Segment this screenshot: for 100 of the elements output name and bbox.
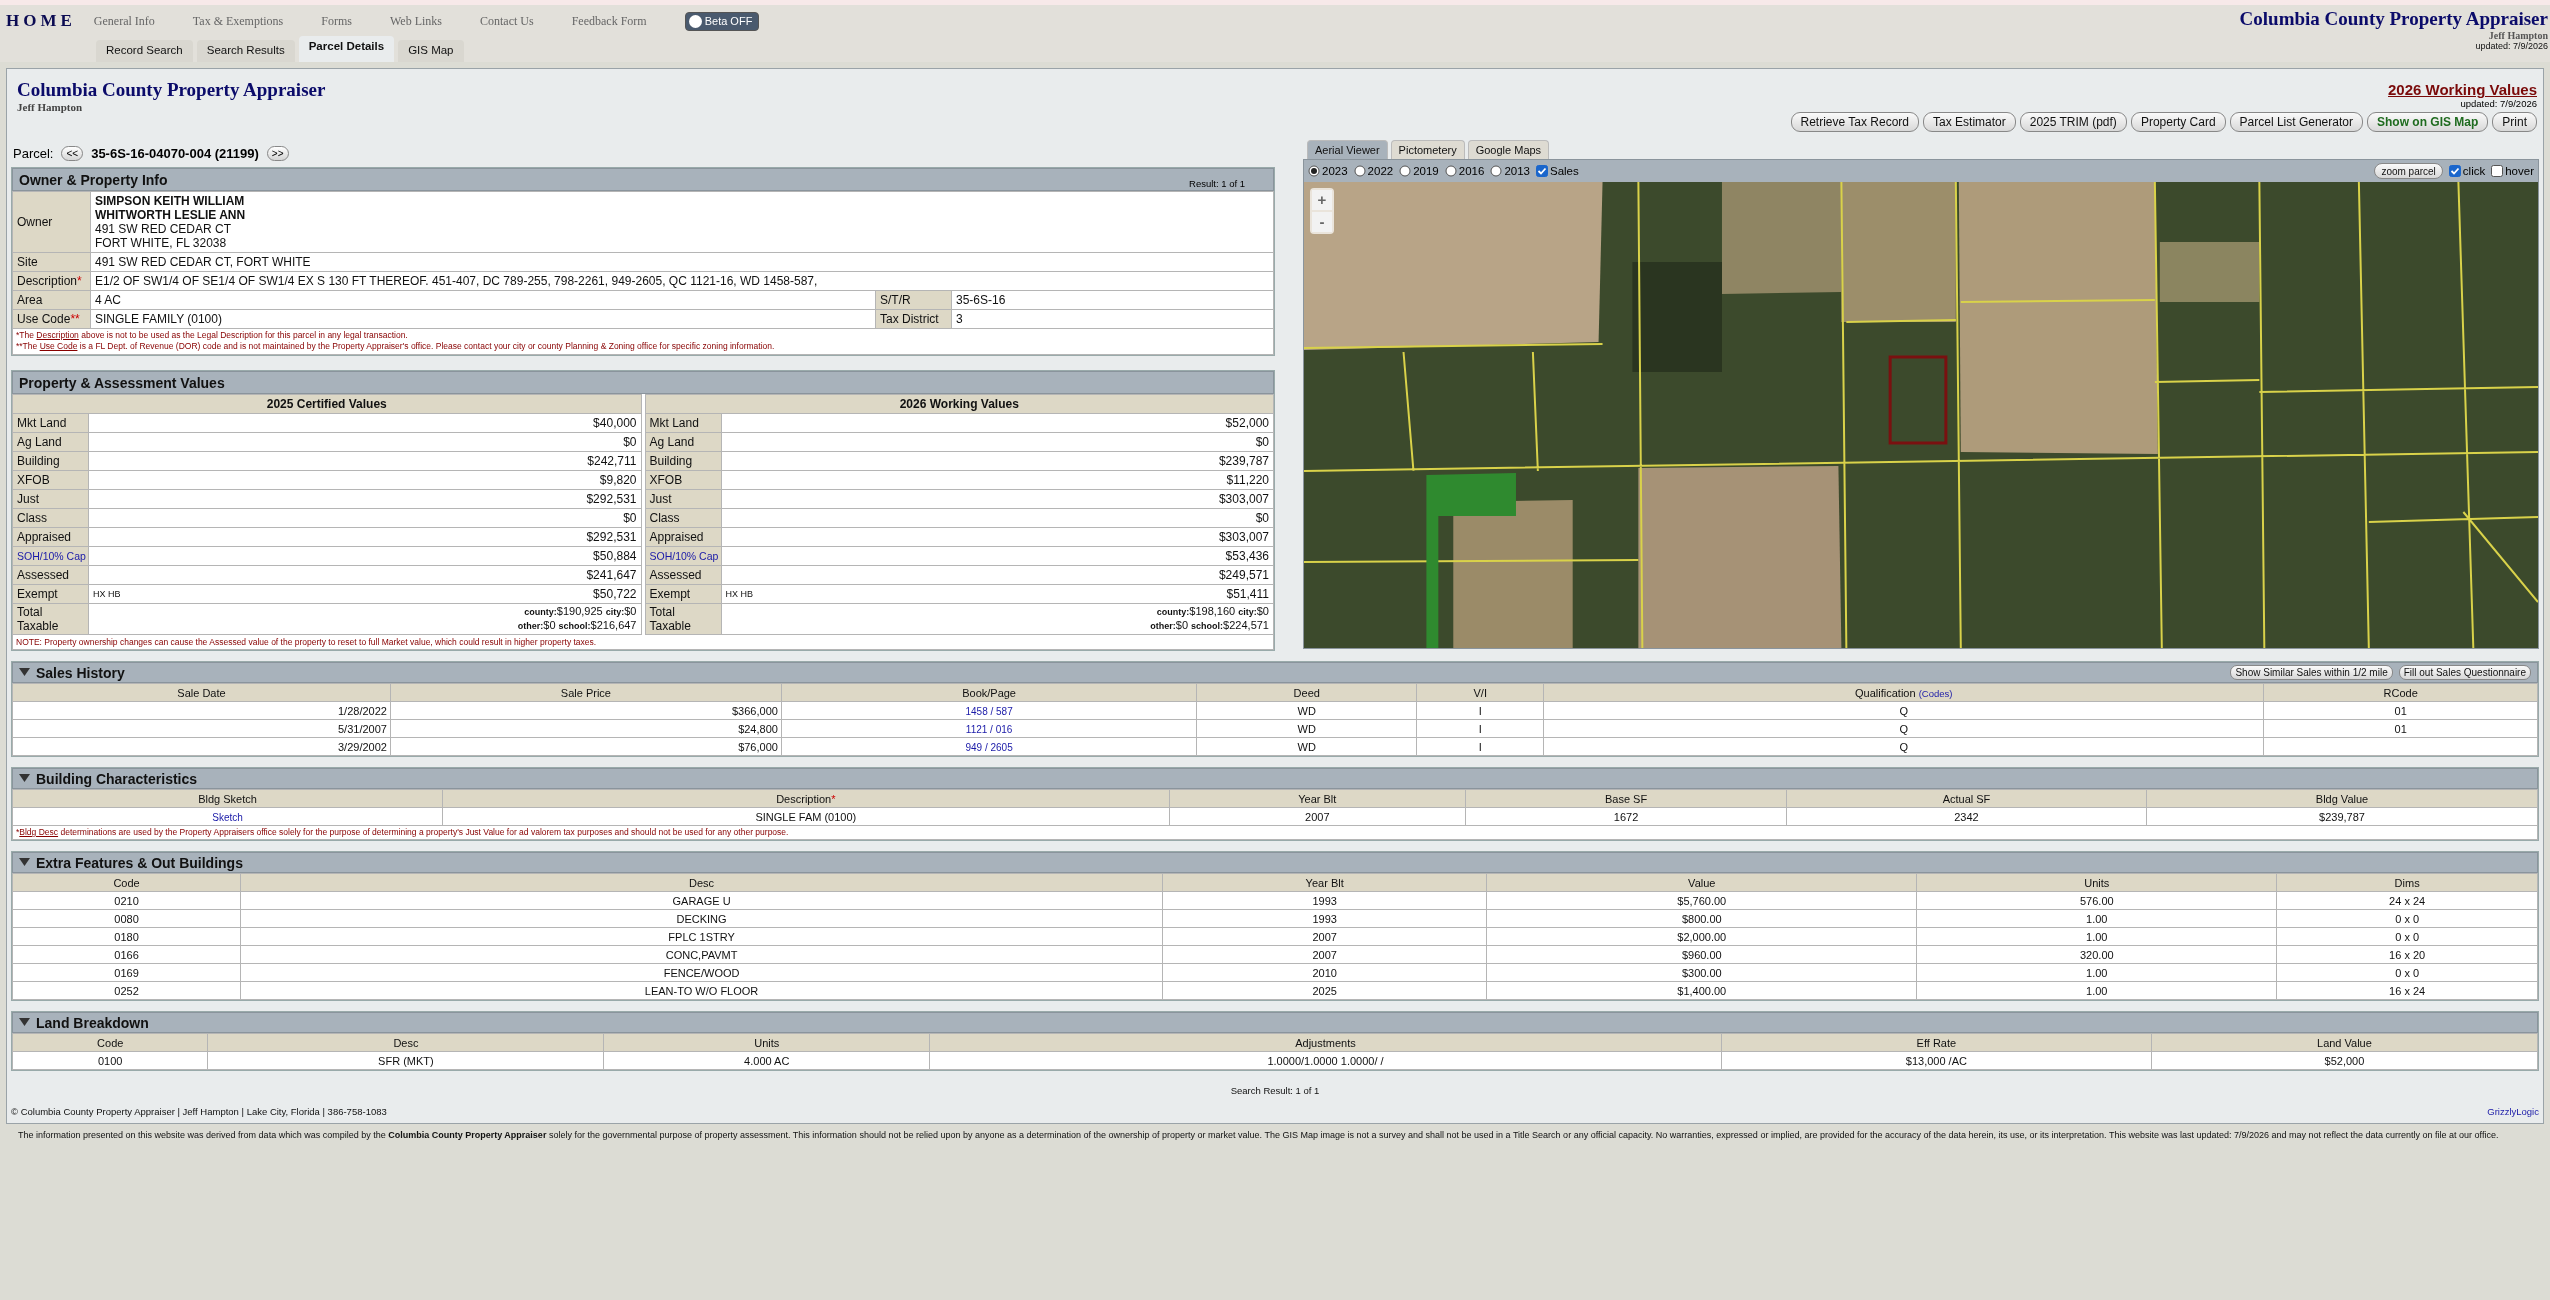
zoom-out-button[interactable]: -: [1312, 212, 1332, 232]
tab[interactable]: Parcel Details: [298, 36, 395, 62]
tab[interactable]: Record Search: [96, 40, 193, 62]
collapse-triangle-icon[interactable]: [19, 858, 30, 867]
owner-line: FORT WHITE, FL 32038: [95, 236, 227, 250]
credit-link[interactable]: GrizzlyLogic: [2487, 1106, 2539, 1117]
checkbox[interactable]: [2448, 165, 2461, 177]
value-cell: county:$190,925 city:$0 other:$0 school:$216,647: [480, 603, 641, 635]
radio-button[interactable]: [1308, 165, 1320, 177]
column-header: Dims: [2276, 873, 2538, 892]
column-header: Year Blt: [1162, 873, 1487, 892]
tab[interactable]: Search Results: [196, 40, 295, 62]
working-values-link[interactable]: 2026 Working Values: [2388, 81, 2537, 98]
nav-link[interactable]: General Info: [93, 13, 155, 29]
year-label: 2022: [1367, 165, 1394, 177]
radio-button[interactable]: [1353, 165, 1366, 177]
record-link[interactable]: 1458 / 587: [965, 705, 1013, 717]
column-header: V/I: [1416, 683, 1544, 702]
field-label: Owner: [12, 191, 91, 253]
collapse-triangle-icon[interactable]: [19, 668, 30, 677]
section-title: Property & Assessment Values: [19, 374, 225, 391]
map-tab[interactable]: Google Maps: [1467, 140, 1550, 159]
nav-link[interactable]: Tax & Exemptions: [192, 13, 284, 29]
parcel-number: 35-6S-16-04070-004 (21199): [91, 145, 259, 161]
record-link[interactable]: 1121 / 016: [965, 723, 1013, 735]
record-link[interactable]: 949 / 2605: [965, 741, 1013, 753]
column-header: Sale Date: [12, 683, 391, 702]
column-header: Actual SF: [1786, 789, 2147, 808]
column-header: Adjustments: [929, 1033, 1722, 1052]
section-button[interactable]: Show Similar Sales within 1/2 mile: [2230, 665, 2393, 680]
action-button[interactable]: Retrieve Tax Record: [1790, 112, 1920, 132]
column-header: RCode: [2263, 683, 2538, 702]
section-button[interactable]: Fill out Sales Questionnaire: [2398, 665, 2531, 680]
column-header: Units: [1916, 873, 2277, 892]
column-header: Eff Rate: [1721, 1033, 2152, 1052]
footnote: *The Description above is not to be used as the Legal Description for this parcel in any legal transaction.: [16, 330, 409, 341]
updated-date: updated: 7/9/2026: [2474, 41, 2548, 51]
footnote-link[interactable]: Description: [36, 330, 79, 340]
column-header: Code: [12, 873, 241, 892]
owner-line: 491 SW RED CEDAR CT: [95, 222, 232, 236]
nav-link[interactable]: Web Links: [390, 13, 442, 29]
nav-link[interactable]: Feedback Form: [571, 13, 647, 29]
year-label: 2013: [1504, 165, 1530, 177]
column-header: Land Value: [2151, 1033, 2538, 1052]
column-header-label: Qualification: [1855, 686, 1916, 699]
collapse-triangle-icon[interactable]: [19, 774, 30, 783]
column-header: 2026 Working Values: [645, 394, 1274, 414]
owner-line: WHITWORTH LESLIE ANN: [95, 208, 246, 222]
note-text: NOTE: Property ownership changes can cause the Assessed value of the property to reset to full Market value, which could result in higher property taxes.: [12, 635, 1274, 650]
radio-button[interactable]: [1444, 165, 1457, 177]
column-header: Deed: [1196, 683, 1417, 702]
collapse-triangle-icon[interactable]: [19, 1018, 30, 1027]
action-button[interactable]: Show on GIS Map: [2366, 112, 2489, 132]
footnote-link[interactable]: Bldg Desc: [19, 827, 59, 837]
column-header: Value: [1486, 873, 1917, 892]
checkbox[interactable]: [2491, 165, 2504, 177]
action-button[interactable]: 2025 TRIM (pdf): [2019, 112, 2127, 132]
previous-parcel-button[interactable]: <<: [61, 145, 84, 161]
action-button[interactable]: Print: [2492, 112, 2537, 132]
mode-label: hover: [2505, 165, 2534, 177]
beta-toggle[interactable]: Beta OFF: [684, 11, 760, 31]
field-label: Total Taxable: [12, 603, 89, 635]
zoom-in-button[interactable]: +: [1312, 190, 1332, 210]
column-header: Units: [603, 1033, 930, 1052]
tab[interactable]: GIS Map: [398, 40, 464, 62]
year-label: 2019: [1413, 165, 1439, 177]
parcel-label: Parcel:: [13, 145, 54, 161]
action-button[interactable]: Parcel List Generator: [2229, 112, 2363, 132]
home-link[interactable]: HOME: [6, 11, 76, 31]
disclaimer-text: The information presented on this website was derived from data which was compiled by the Columbia County Property Appraiser solely for the governmental purpose of property assessment. This information should not be relied upon by anyone as a determination of the ownership of property or market value. The GIS Map image is not a survey and shall not be used in a Title Search or any official capacity. No warranties, expressed or implied, are provided for the accuracy of the data herein, its use, or its interpretation. This website was last updated: 7/9/2026 and may not reflect the data currently on file at our office.: [18, 1130, 2500, 1141]
column-header: Year Blt: [1169, 789, 1466, 808]
year-label: 2023: [1322, 165, 1348, 177]
column-header: Description*: [442, 789, 1170, 808]
section-title: Land Breakdown: [36, 1014, 149, 1031]
column-header: Book/Page: [781, 683, 1197, 702]
next-parcel-button[interactable]: >>: [266, 145, 289, 161]
year-label: 2016: [1458, 165, 1485, 177]
checkbox[interactable]: [1535, 165, 1548, 177]
radio-button[interactable]: [1490, 165, 1503, 177]
column-header: Desc: [240, 873, 1163, 892]
column-header: Bldg Sketch: [12, 789, 443, 808]
map-tab[interactable]: Pictometery: [1390, 140, 1465, 159]
radio-button[interactable]: [1399, 165, 1412, 177]
column-header: Base SF: [1465, 789, 1787, 808]
page-subtitle: Jeff Hampton: [17, 101, 84, 113]
nav-link[interactable]: Contact Us: [480, 13, 534, 29]
search-result-count: Search Result: 1 of 1: [1230, 1085, 1320, 1096]
owner-line: SIMPSON KEITH WILLIAM: [95, 194, 245, 208]
record-link[interactable]: Sketch: [212, 811, 243, 823]
action-button[interactable]: Property Card: [2130, 112, 2226, 132]
copyright-text: © Columbia County Property Appraiser | Jeff Hampton | Lake City, Florida | 386-758-1083: [11, 1106, 387, 1117]
mode-label: click: [2462, 165, 2486, 177]
footnote-link[interactable]: Use Code: [39, 341, 78, 351]
section-title: Extra Features & Out Buildings: [36, 854, 243, 871]
action-button[interactable]: Tax Estimator: [1923, 112, 2016, 132]
column-header: Code: [12, 1033, 208, 1052]
zoom-parcel-button[interactable]: zoom parcel: [2374, 163, 2443, 179]
nav-link[interactable]: Forms: [321, 13, 352, 29]
codes-link[interactable]: (Codes): [1918, 687, 1953, 699]
map-tab[interactable]: Aerial Viewer: [1307, 140, 1388, 159]
